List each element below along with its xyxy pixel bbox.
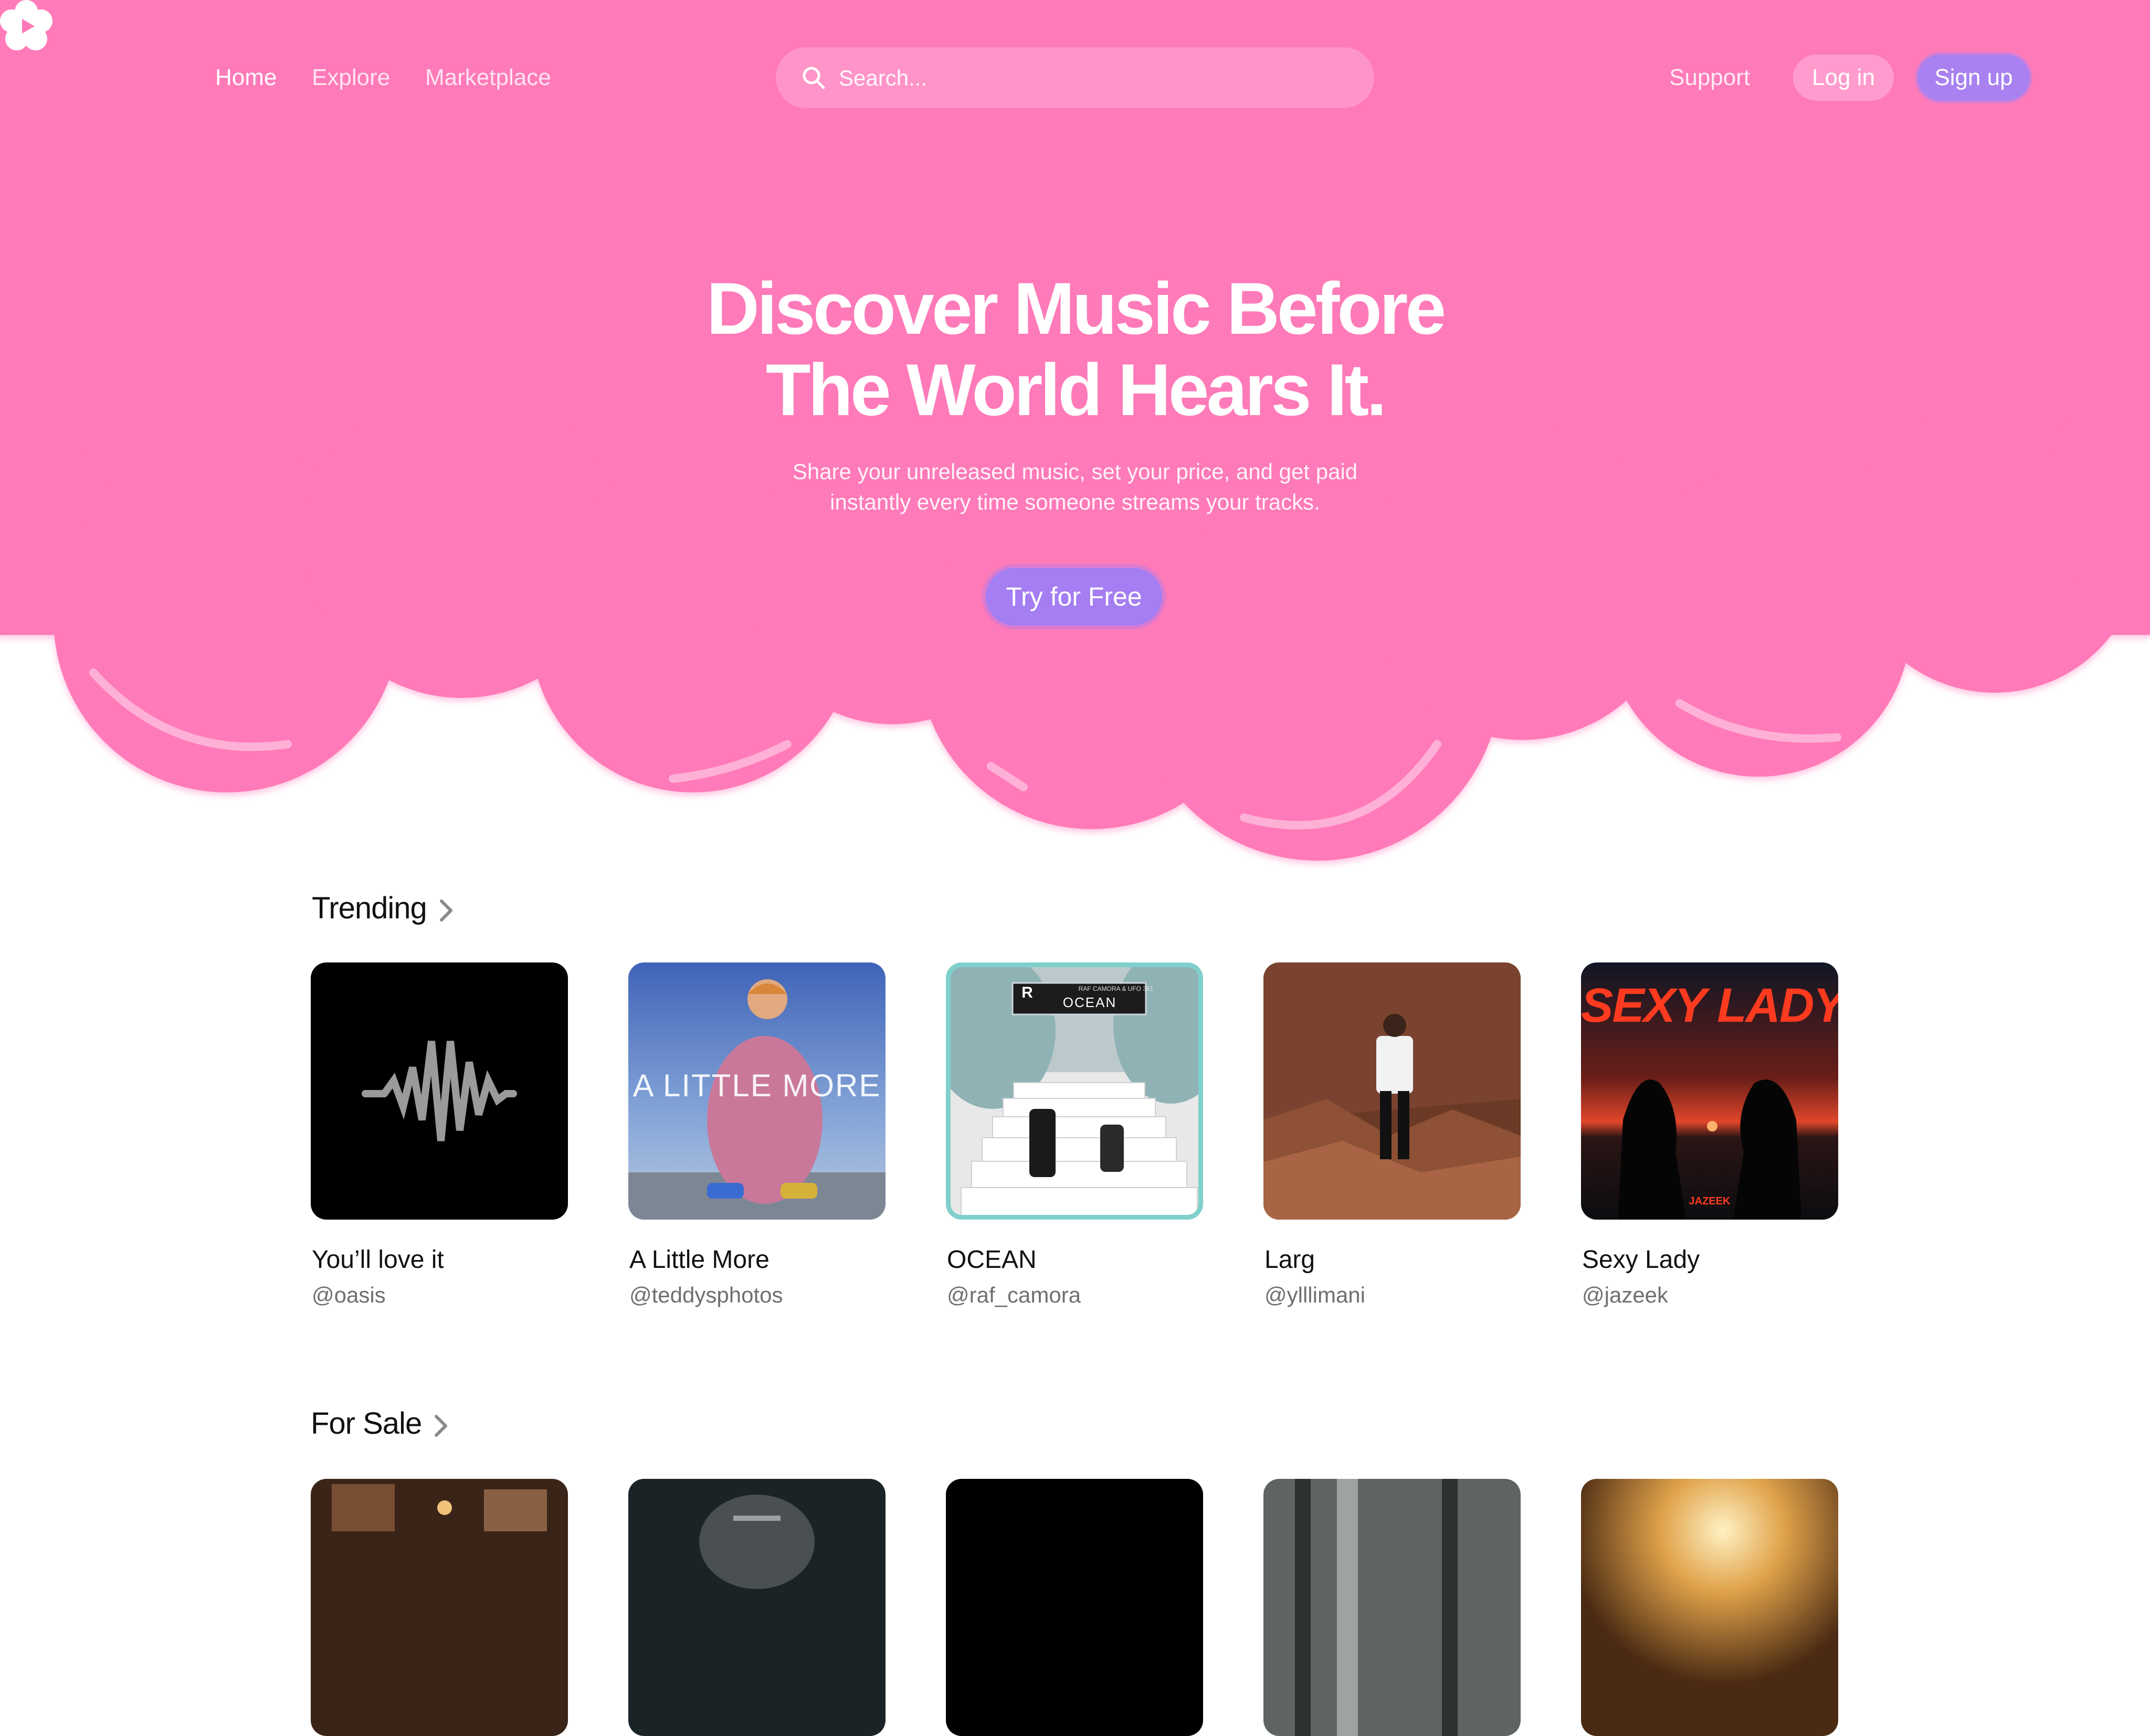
trending-title: Trending — [312, 891, 427, 925]
hero-headline-line2: The World Hears It. — [765, 348, 1387, 431]
flower-play-icon[interactable] — [0, 0, 52, 52]
hero-subline-line1: Share your unreleased music, set your pr… — [792, 459, 1358, 484]
nav-marketplace[interactable]: Marketplace — [425, 64, 551, 91]
hero-subline-line2: instantly every time someone streams you… — [830, 490, 1320, 514]
waveform-icon — [362, 1041, 517, 1141]
artist-handle[interactable]: @jazeek — [1582, 1282, 1668, 1309]
album-art-image — [1263, 1479, 1521, 1736]
track-title[interactable]: Larg — [1264, 1245, 1315, 1275]
album-art-image — [628, 1479, 886, 1736]
artist-handle[interactable]: @teddysphotos — [629, 1282, 783, 1309]
track-title[interactable]: Sexy Lady — [1582, 1245, 1700, 1275]
album-art-image — [311, 1479, 568, 1736]
for-sale-card-4[interactable] — [1263, 1479, 1521, 1736]
album-art-text: SEXY LADY — [1581, 979, 1838, 1032]
for-sale-card-3[interactable] — [946, 1479, 1203, 1736]
album-art-larg[interactable] — [1263, 962, 1521, 1220]
trending-section-header[interactable]: Trending — [312, 890, 457, 927]
hero-headline: Discover Music Before The World Hears It… — [550, 268, 1600, 430]
track-title[interactable]: A Little More — [629, 1245, 770, 1275]
track-title[interactable]: OCEAN — [947, 1245, 1037, 1275]
album-art-image — [1263, 962, 1521, 1220]
hero-subline: Share your unreleased music, set your pr… — [708, 457, 1442, 517]
try-for-free-button[interactable]: Try for Free — [986, 568, 1162, 626]
album-art-youll-love-it[interactable] — [311, 962, 568, 1220]
login-button[interactable]: Log in — [1793, 55, 1894, 101]
track-title[interactable]: You’ll love it — [312, 1245, 444, 1275]
album-art-image — [1581, 1479, 1838, 1736]
album-art-sexy-lady[interactable]: SEXY LADY JAZEEK — [1581, 962, 1838, 1220]
hero-headline-line1: Discover Music Before — [706, 267, 1446, 350]
chevron-right-icon — [439, 899, 452, 922]
artist-handle[interactable]: @ylllimani — [1264, 1282, 1365, 1309]
chevron-right-icon — [435, 1414, 448, 1437]
for-sale-title: For Sale — [311, 1406, 422, 1441]
album-art-text: OCEAN — [1062, 994, 1117, 1010]
album-art-subtext: JAZEEK — [1689, 1195, 1731, 1207]
album-art-ocean[interactable]: R RAF CAMORA & UFO 361 OCEAN — [946, 962, 1203, 1220]
album-art-a-little-more[interactable]: A LITTLE MORE — [628, 962, 886, 1220]
search-bar[interactable] — [776, 47, 1374, 109]
nav-explore[interactable]: Explore — [312, 64, 390, 91]
nav-home[interactable]: Home — [215, 64, 277, 91]
hero-section: Home Explore Marketplace Support Log in … — [0, 0, 2150, 871]
search-icon — [803, 67, 825, 89]
for-sale-card-2[interactable] — [628, 1479, 886, 1736]
signup-button[interactable]: Sign up — [1917, 55, 2030, 101]
album-art-subtext: RAF CAMORA & UFO 361 — [1078, 985, 1154, 992]
artist-handle[interactable]: @oasis — [312, 1282, 386, 1309]
hero-cloud-background — [0, 0, 2150, 861]
album-art-text: A LITTLE MORE — [633, 1068, 881, 1103]
for-sale-section-header[interactable]: For Sale — [311, 1405, 452, 1442]
artist-handle[interactable]: @raf_camora — [947, 1282, 1081, 1309]
search-input[interactable] — [838, 47, 1344, 109]
for-sale-card-5[interactable] — [1581, 1479, 1838, 1736]
support-link[interactable]: Support — [1669, 64, 1750, 91]
for-sale-card-1[interactable] — [311, 1479, 568, 1736]
